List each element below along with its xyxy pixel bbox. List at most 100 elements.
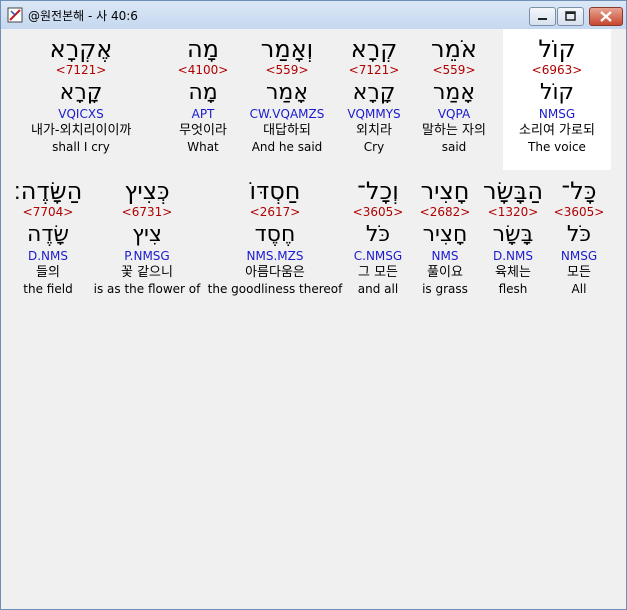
window-title: @원전본해 - 사 40:6 [28, 9, 138, 23]
parsing-code: NMS.MZS [246, 249, 304, 263]
lexical-form: חָצִיר [422, 222, 468, 247]
korean-gloss: 아름다움은 [245, 265, 305, 280]
word-column[interactable]: אֶקְרָא <7121> קָרָא VQICXS 내가-외치리이이까 sh… [31, 35, 131, 155]
english-gloss: shall I cry [52, 140, 110, 154]
strong-number[interactable]: <6731> [91, 205, 203, 219]
hebrew-word: וְכָל־ [357, 177, 399, 205]
hebrew-word: כָּל־ [561, 177, 597, 205]
parsing-code: NMSG [560, 249, 598, 263]
strong-number[interactable]: <7704> [11, 205, 85, 219]
korean-gloss: 풀이요 [427, 265, 463, 280]
hebrew-word: כְּצִיץ [124, 177, 170, 205]
english-gloss: the goodliness thereof [207, 282, 343, 296]
korean-gloss: 대답하되 [263, 123, 311, 138]
strong-number[interactable]: <559> [239, 63, 335, 77]
english-gloss: and all [357, 282, 399, 296]
lexical-form: כֹּל [566, 222, 592, 247]
english-gloss: Cry [363, 140, 385, 154]
korean-gloss: 무엇이라 [179, 123, 227, 138]
korean-gloss: 그 모든 [357, 265, 398, 280]
word-column[interactable]: כָּל־ <3605> כֹּל NMSG 모든 All [551, 177, 607, 297]
lexical-form: שָׂדֶה [27, 222, 69, 247]
interlinear-content: אֶקְרָא <7121> קָרָא VQICXS 내가-외치리이이까 sh… [9, 29, 616, 601]
word-column[interactable]: חָצִיר <2682> חָצִיר NMS 풀이요 is grass [413, 177, 477, 297]
hebrew-word: מָה [187, 35, 219, 63]
english-gloss: The voice [528, 140, 586, 154]
minimize-icon [538, 18, 547, 20]
english-gloss: said [441, 140, 467, 154]
lexical-form: חֶסֶד [254, 222, 296, 247]
parsing-code: VQICXS [58, 107, 104, 121]
word-column[interactable]: הַשָּׂדֶה׃ <7704> שָׂדֶה D.NMS 들의 the fi… [11, 177, 85, 297]
english-gloss: And he said [251, 140, 323, 154]
strong-number[interactable]: <2617> [205, 205, 345, 219]
parsing-code: NMSG [538, 107, 576, 121]
close-icon [600, 11, 612, 22]
hebrew-word: אֶקְרָא [49, 35, 113, 63]
strong-number[interactable]: <4100> [163, 63, 243, 77]
word-column[interactable]: קְרָא <7121> קָרָא VQMMYS 외치라 Cry [339, 35, 409, 155]
lexical-form: אָמַר [432, 80, 476, 105]
interlinear-window: @원전본해 - 사 40:6 אֶקְרָא <7121> קָרָא VQIC… [0, 0, 627, 610]
strong-number[interactable]: <559> [411, 63, 497, 77]
parsing-code: NMS [431, 249, 459, 263]
parsing-code: VQMMYS [347, 107, 401, 121]
word-column[interactable]: וְאָמַר <559> אָמַר CW.VQAMZS 대답하되 And h… [239, 35, 335, 155]
strong-number[interactable]: <1320> [481, 205, 545, 219]
strong-number[interactable]: <2682> [413, 205, 477, 219]
maximize-button[interactable] [557, 7, 584, 26]
hebrew-word: הַשָּׂדֶה׃ [13, 177, 83, 205]
korean-gloss: 모든 [567, 265, 591, 280]
parsing-code: VQPA [437, 107, 471, 121]
parsing-code: C.NMSG [353, 249, 403, 263]
strong-number[interactable]: <3605> [551, 205, 607, 219]
english-gloss: All [571, 282, 587, 296]
english-gloss: the field [23, 282, 73, 296]
korean-gloss: 육체는 [495, 265, 531, 280]
hebrew-word: חַסְדּוֹ [249, 177, 301, 205]
word-column[interactable]: חַסְדּוֹ <2617> חֶסֶד NMS.MZS 아름다움은 the … [205, 177, 345, 297]
english-gloss: is as the flower of [93, 282, 201, 296]
korean-gloss: 들의 [36, 265, 60, 280]
english-gloss: is grass [422, 282, 468, 296]
word-column[interactable]: אֹמֵר <559> אָמַר VQPA 말하는 자의 said [411, 35, 497, 155]
word-column[interactable]: וְכָל־ <3605> כֹּל C.NMSG 그 모든 and all [345, 177, 411, 297]
hebrew-word: קְרָא [350, 35, 398, 63]
bible-app-icon [7, 7, 23, 23]
lexical-form: קָרָא [59, 80, 103, 105]
maximize-icon [565, 11, 576, 21]
hebrew-word: חָצִיר [420, 177, 470, 205]
korean-gloss: 내가-외치리이이까 [31, 123, 132, 138]
minimize-button[interactable] [529, 7, 556, 26]
hebrew-word: אֹמֵר [431, 35, 477, 63]
lexical-form: מָה [188, 80, 218, 105]
strong-number[interactable]: <7121> [339, 63, 409, 77]
lexical-form: צִיץ [132, 222, 162, 247]
parsing-code: APT [191, 107, 215, 121]
lexical-form: אָמַר [265, 80, 309, 105]
title-bar[interactable]: @원전본해 - 사 40:6 [1, 1, 626, 29]
hebrew-word: וְאָמַר [260, 35, 314, 63]
parsing-code: CW.VQAMZS [249, 107, 325, 121]
strong-number[interactable]: <3605> [345, 205, 411, 219]
close-button[interactable] [589, 7, 623, 26]
hebrew-word: קוֹל [538, 35, 576, 63]
korean-gloss: 꽃 같으니 [121, 265, 173, 280]
word-column[interactable]: הַבָּשָׂר <1320> בָּשָׂר D.NMS 육체는 flesh [481, 177, 545, 297]
word-column[interactable]: כְּצִיץ <6731> צִיץ P.NMSG 꽃 같으니 is as t… [91, 177, 203, 297]
english-gloss: flesh [498, 282, 528, 296]
hebrew-word: הַבָּשָׂר [482, 177, 544, 205]
english-gloss: What [187, 140, 219, 154]
parsing-code: P.NMSG [124, 249, 170, 263]
strong-number[interactable]: <6963> [503, 63, 611, 77]
word-column[interactable]: מָה <4100> מָה APT 무엇이라 What [163, 35, 243, 155]
strong-number[interactable]: <7121> [31, 63, 131, 77]
korean-gloss: 소리여 가로되 [519, 123, 595, 138]
lexical-form: כֹּל [365, 222, 391, 247]
lexical-form: קָרָא [352, 80, 396, 105]
word-column-selected[interactable]: קוֹל <6963> קוֹל NMSG 소리여 가로되 The voice [503, 35, 611, 155]
korean-gloss: 말하는 자의 [422, 123, 486, 138]
lexical-form: בָּשָׂר [492, 222, 534, 247]
lexical-form: קוֹל [539, 80, 575, 105]
parsing-code: D.NMS [492, 249, 533, 263]
